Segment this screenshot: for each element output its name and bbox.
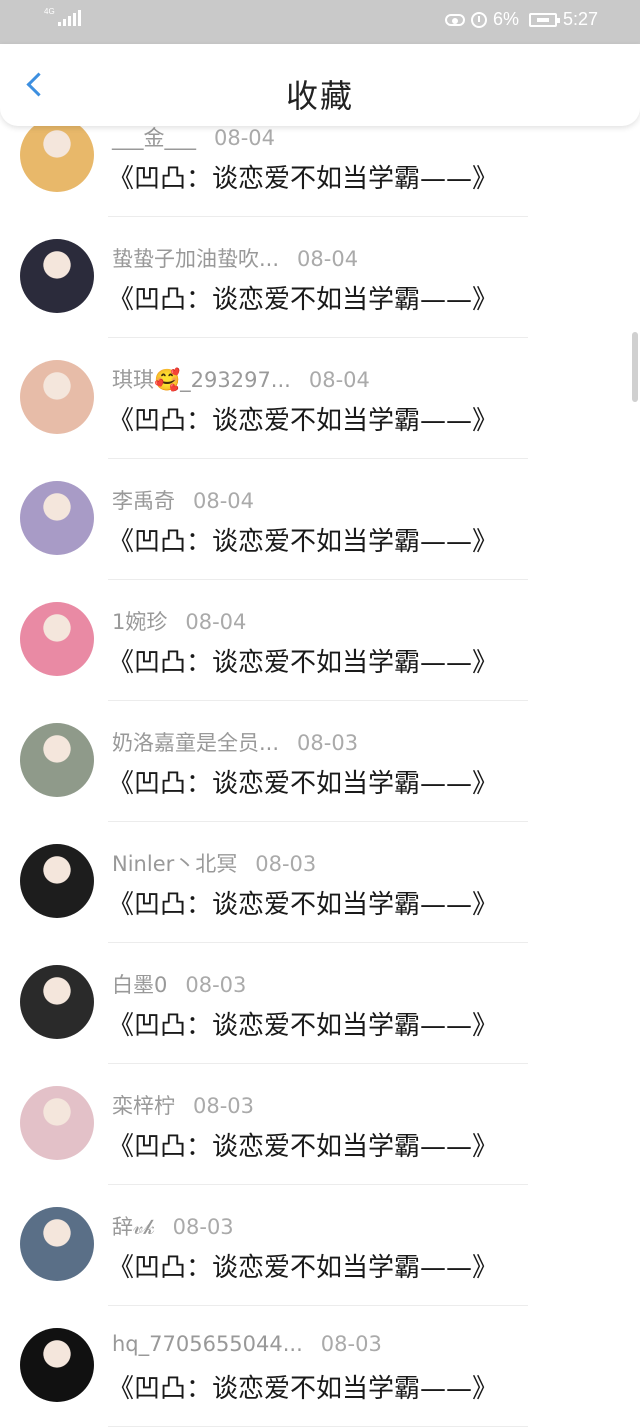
avatar[interactable] [20, 1207, 94, 1281]
list-item[interactable]: 栾梓柠 08-03 《凹凸：谈恋爱不如当学霸——》 [0, 1064, 640, 1185]
item-title[interactable]: 《凹凸：谈恋爱不如当学霸——》 [108, 1005, 498, 1042]
item-meta: ___金___ 08-04 [112, 122, 275, 152]
item-date: 08-04 [185, 610, 247, 634]
item-meta: 琪琪🥰_293297... 08-04 [112, 364, 370, 394]
item-meta: 蛰蛰子加油蛰吹... 08-04 [112, 243, 358, 273]
item-title[interactable]: 《凹凸：谈恋爱不如当学霸——》 [108, 1247, 498, 1284]
page-title: 收藏 [285, 77, 354, 115]
avatar[interactable] [20, 1086, 94, 1160]
item-title[interactable]: 《凹凸：谈恋爱不如当学霸——》 [108, 884, 498, 921]
username: 辞𝓋𝓀 [112, 1215, 155, 1239]
signal-bars-icon [57, 10, 81, 26]
alarm-icon [470, 11, 487, 28]
avatar[interactable] [20, 844, 94, 918]
nav-bar: 收藏 [0, 44, 640, 126]
item-title[interactable]: 《凹凸：谈恋爱不如当学霸——》 [108, 763, 498, 800]
username: 李禹奇 [112, 489, 175, 513]
item-meta: 辞𝓋𝓀 08-03 [112, 1211, 234, 1241]
item-date: 08-03 [320, 1332, 382, 1356]
list-item[interactable]: 蛰蛰子加油蛰吹... 08-04 《凹凸：谈恋爱不如当学霸——》 [0, 217, 640, 338]
eye-icon [444, 13, 465, 26]
battery-percent: 6% [492, 9, 519, 29]
status-icons: 6% 5:27 [444, 9, 598, 30]
avatar[interactable] [20, 965, 94, 1039]
list-item[interactable]: 白墨0 08-03 《凹凸：谈恋爱不如当学霸——》 [0, 943, 640, 1064]
item-title[interactable]: 《凹凸：谈恋爱不如当学霸——》 [108, 400, 498, 437]
scrollbar[interactable] [632, 332, 638, 402]
item-meta: 白墨0 08-03 [112, 969, 246, 999]
username: 白墨0 [112, 973, 168, 997]
avatar[interactable] [20, 1328, 94, 1402]
item-meta: 1婉珍 08-04 [112, 606, 246, 636]
item-title[interactable]: 《凹凸：谈恋爱不如当学霸——》 [108, 521, 498, 558]
list-item[interactable]: Ninler丶北冥 08-03 《凹凸：谈恋爱不如当学霸——》 [0, 822, 640, 943]
avatar[interactable] [20, 481, 94, 555]
battery-icon [528, 12, 560, 27]
username: 栾梓柠 [112, 1094, 175, 1118]
username: 奶洛嘉童是全员... [112, 731, 280, 755]
item-date: 08-03 [255, 852, 317, 876]
list-item[interactable]: 辞𝓋𝓀 08-03 《凹凸：谈恋爱不如当学霸——》 [0, 1185, 640, 1306]
item-date: 08-04 [214, 126, 276, 150]
item-date: 08-04 [297, 247, 359, 271]
list-item[interactable]: 奶洛嘉童是全员... 08-03 《凹凸：谈恋爱不如当学霸——》 [0, 701, 640, 822]
network-label: 4G [44, 7, 55, 16]
avatar[interactable] [20, 360, 94, 434]
username: 蛰蛰子加油蛰吹... [112, 247, 280, 271]
item-meta: hq_7705655044... 08-03 [112, 1332, 382, 1356]
item-title[interactable]: 《凹凸：谈恋爱不如当学霸——》 [108, 1368, 498, 1405]
item-title[interactable]: 《凹凸：谈恋爱不如当学霸——》 [108, 158, 498, 195]
avatar[interactable] [20, 239, 94, 313]
avatar[interactable] [20, 602, 94, 676]
item-title[interactable]: 《凹凸：谈恋爱不如当学霸——》 [108, 1126, 498, 1163]
list-item[interactable]: 李禹奇 08-04 《凹凸：谈恋爱不如当学霸——》 [0, 459, 640, 580]
item-date: 08-04 [308, 368, 370, 392]
item-meta: Ninler丶北冥 08-03 [112, 848, 316, 878]
username: 琪琪🥰_293297... [112, 368, 291, 392]
item-title[interactable]: 《凹凸：谈恋爱不如当学霸——》 [108, 642, 498, 679]
avatar[interactable] [20, 723, 94, 797]
avatar[interactable] [20, 118, 94, 192]
item-date: 08-03 [172, 1215, 234, 1239]
list-item[interactable]: 琪琪🥰_293297... 08-04 《凹凸：谈恋爱不如当学霸——》 [0, 338, 640, 459]
clock-time: 5:27 [562, 9, 598, 29]
username: ___金___ [112, 126, 196, 150]
status-bar: 4G 6% 5:27 [0, 0, 640, 44]
username: Ninler丶北冥 [112, 852, 238, 876]
item-meta: 李禹奇 08-04 [112, 485, 254, 515]
item-title[interactable]: 《凹凸：谈恋爱不如当学霸——》 [108, 279, 498, 316]
item-meta: 奶洛嘉童是全员... 08-03 [112, 727, 358, 757]
list-item[interactable]: 1婉珍 08-04 《凹凸：谈恋爱不如当学霸——》 [0, 580, 640, 701]
signal-indicator: 4G [44, 7, 81, 26]
list-item[interactable]: hq_7705655044... 08-03 《凹凸：谈恋爱不如当学霸——》 [0, 1306, 640, 1427]
username: 1婉珍 [112, 610, 168, 634]
item-date: 08-04 [193, 489, 255, 513]
item-date: 08-03 [193, 1094, 255, 1118]
item-date: 08-03 [185, 973, 247, 997]
username: hq_7705655044... [112, 1332, 303, 1356]
item-date: 08-03 [297, 731, 359, 755]
item-meta: 栾梓柠 08-03 [112, 1090, 254, 1120]
